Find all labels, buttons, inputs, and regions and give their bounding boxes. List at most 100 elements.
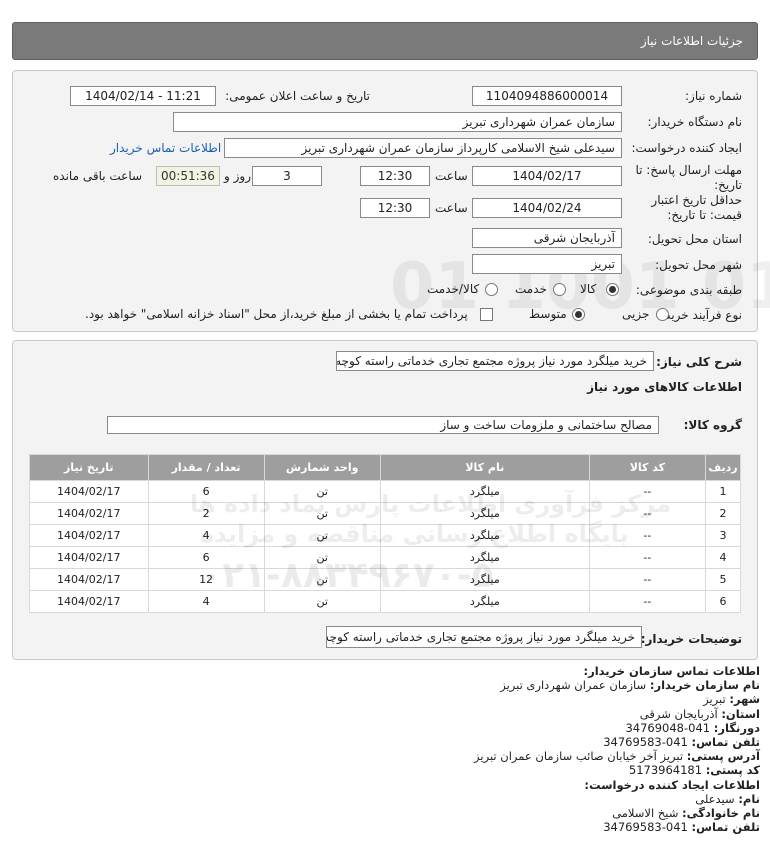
cell-quantity: 6 bbox=[147, 546, 265, 569]
contact-postal-label: کد پستی: bbox=[705, 763, 760, 778]
cell-item-name: میلگرد bbox=[379, 502, 590, 525]
cell-need-date: 1404/02/17 bbox=[29, 502, 149, 525]
city-label: شهر محل تحویل: bbox=[655, 258, 742, 272]
creator-phone-label: تلفن تماس: bbox=[691, 820, 760, 835]
cell-item-name: میلگرد bbox=[379, 480, 590, 503]
contact-fax-label: دورنگار: bbox=[713, 720, 760, 735]
process-label: نوع فرآیند خرید : bbox=[657, 308, 742, 322]
col-unit: واحد شمارش bbox=[263, 454, 381, 481]
buyer-notes-label: توضیحات خریدار: bbox=[640, 632, 742, 646]
buyer-org-label: نام دستگاه خریدار: bbox=[647, 115, 743, 129]
col-item-name: نام کالا bbox=[379, 454, 590, 481]
col-need-date: تاریخ نیاز bbox=[29, 454, 149, 481]
deadline-date-field: 1404/02/17 bbox=[472, 166, 622, 186]
cell-item-code: -- bbox=[588, 568, 706, 591]
goods-group-field: مصالح ساختمانی و ملزومات ساخت و ساز bbox=[107, 416, 659, 434]
process-radio-medium[interactable] bbox=[572, 308, 585, 321]
contact-section: اطلاعات تماس سازمان خریدار: نام سازمان خ… bbox=[10, 664, 760, 834]
requester-label: ایجاد کننده درخواست: bbox=[631, 141, 742, 155]
process-option-medium: متوسط bbox=[529, 307, 567, 321]
deadline-label: مهلت ارسال پاسخ: تا bbox=[635, 163, 742, 177]
cell-need-date: 1404/02/17 bbox=[29, 546, 149, 569]
category-radio-service[interactable] bbox=[553, 283, 566, 296]
cell-row-number: 5 bbox=[704, 568, 742, 591]
cell-item-code: -- bbox=[588, 480, 706, 503]
cell-unit: تن bbox=[263, 502, 381, 525]
deadline-time-label: ساعت bbox=[435, 169, 468, 183]
table-row: 5 -- میلگرد تن 12 1404/02/17 bbox=[29, 568, 742, 591]
cell-need-date: 1404/02/17 bbox=[29, 524, 149, 547]
table-row: 4 -- میلگرد تن 6 1404/02/17 bbox=[29, 546, 742, 569]
table-header-row: ردیف کد کالا نام کالا واحد شمارش تعداد /… bbox=[29, 454, 742, 481]
validity-date-field: 1404/02/24 bbox=[472, 198, 622, 218]
contact-postal: 5173964181 bbox=[628, 763, 703, 778]
buyer-contact-link[interactable]: اطلاعات تماس خریدار bbox=[110, 141, 221, 155]
creator-phone: 041-34769583 bbox=[603, 820, 688, 835]
contact-phone: 041-34769583 bbox=[603, 735, 688, 750]
buyer-notes-field: خرید میلگرد مورد نیاز پروژه مجتمع تجاری … bbox=[326, 626, 642, 648]
general-desc-label: شرح کلی نیاز: bbox=[656, 355, 742, 369]
contact-province: آذربایجان شرقی bbox=[639, 706, 718, 721]
cell-item-name: میلگرد bbox=[379, 568, 590, 591]
cell-need-date: 1404/02/17 bbox=[29, 480, 149, 503]
cell-quantity: 2 bbox=[147, 502, 265, 525]
process-radio-minor[interactable] bbox=[656, 308, 669, 321]
goods-table: ردیف کد کالا نام کالا واحد شمارش تعداد /… bbox=[29, 454, 742, 613]
city-field: تبریز bbox=[472, 254, 622, 274]
cell-item-name: میلگرد bbox=[379, 546, 590, 569]
creator-family-label: نام خانوادگی: bbox=[682, 806, 760, 821]
contact-phone-label: تلفن تماس: bbox=[691, 735, 760, 750]
contact-title: اطلاعات تماس سازمان خریدار: bbox=[583, 664, 760, 678]
contact-fax: 041-34769048 bbox=[625, 720, 711, 735]
category-radio-goods-service[interactable] bbox=[485, 283, 498, 296]
col-quantity: تعداد / مقدار bbox=[147, 454, 265, 481]
need-number-label: شماره نیاز: bbox=[685, 89, 742, 103]
cell-need-date: 1404/02/17 bbox=[29, 568, 149, 591]
cell-row-number: 2 bbox=[704, 502, 742, 525]
cell-quantity: 6 bbox=[147, 480, 265, 503]
general-desc-field: خرید میلگرد مورد نیاز پروژه مجتمع تجاری … bbox=[336, 351, 654, 371]
treasury-checkbox[interactable] bbox=[480, 308, 493, 321]
creator-title: اطلاعات ایجاد کننده درخواست: bbox=[584, 777, 760, 792]
need-number-field: 1104094886000014 bbox=[472, 86, 622, 106]
category-option-service: خدمت bbox=[515, 282, 547, 296]
page-title: جزئیات اطلاعات نیاز bbox=[640, 34, 743, 48]
contact-org: سازمان عمران شهرداری تبریز bbox=[500, 678, 647, 693]
payment-note: پرداخت تمام یا بخشی از مبلغ خرید،از محل … bbox=[85, 307, 468, 321]
cell-item-code: -- bbox=[588, 546, 706, 569]
province-label: استان محل تحویل: bbox=[647, 232, 742, 246]
col-row-number: ردیف bbox=[704, 454, 742, 481]
validity-time-field: 12:30 bbox=[360, 198, 430, 218]
goods-info-title: اطلاعات کالاهای مورد نیاز bbox=[587, 380, 742, 394]
contact-address-label: آدرس پستی: bbox=[686, 749, 760, 764]
table-row: 6 -- میلگرد تن 4 1404/02/17 bbox=[29, 590, 742, 613]
cell-quantity: 12 bbox=[147, 568, 265, 591]
validity-label: حداقل تاریخ اعتبار bbox=[651, 193, 742, 207]
table-row: 1 -- میلگرد تن 6 1404/02/17 bbox=[29, 480, 742, 503]
cell-item-code: -- bbox=[588, 590, 706, 613]
cell-row-number: 4 bbox=[704, 546, 742, 569]
cell-unit: تن bbox=[263, 568, 381, 591]
contact-province-label: استان: bbox=[721, 706, 760, 721]
days-field: 3 bbox=[252, 166, 322, 186]
cell-unit: تن bbox=[263, 546, 381, 569]
contact-city: تبریز bbox=[703, 692, 726, 707]
validity-label-date: قیمت: تا تاریخ: bbox=[667, 208, 742, 222]
page-header: جزئیات اطلاعات نیاز bbox=[12, 22, 758, 60]
cell-item-name: میلگرد bbox=[379, 524, 590, 547]
cell-item-name: میلگرد bbox=[379, 590, 590, 613]
cell-item-code: -- bbox=[588, 502, 706, 525]
remaining-label: ساعت باقی مانده bbox=[53, 169, 143, 183]
table-row: 3 -- میلگرد تن 4 1404/02/17 bbox=[29, 524, 742, 547]
creator-name: سیدعلی bbox=[695, 791, 735, 806]
category-radio-goods[interactable] bbox=[606, 283, 619, 296]
province-field: آذربایجان شرقی bbox=[472, 228, 622, 248]
goods-table-body: 1 -- میلگرد تن 6 1404/02/17 2 -- میلگرد تن 2 1404/0… bbox=[29, 480, 742, 613]
cell-quantity: 4 bbox=[147, 590, 265, 613]
remaining-timer: 00:51:36 bbox=[156, 166, 220, 186]
cell-row-number: 1 bbox=[704, 480, 742, 503]
announce-label: تاریخ و ساعت اعلان عمومی: bbox=[225, 89, 370, 103]
table-row: 2 -- میلگرد تن 2 1404/02/17 bbox=[29, 502, 742, 525]
col-item-code: کد کالا bbox=[588, 454, 706, 481]
validity-time-label: ساعت bbox=[435, 201, 468, 215]
